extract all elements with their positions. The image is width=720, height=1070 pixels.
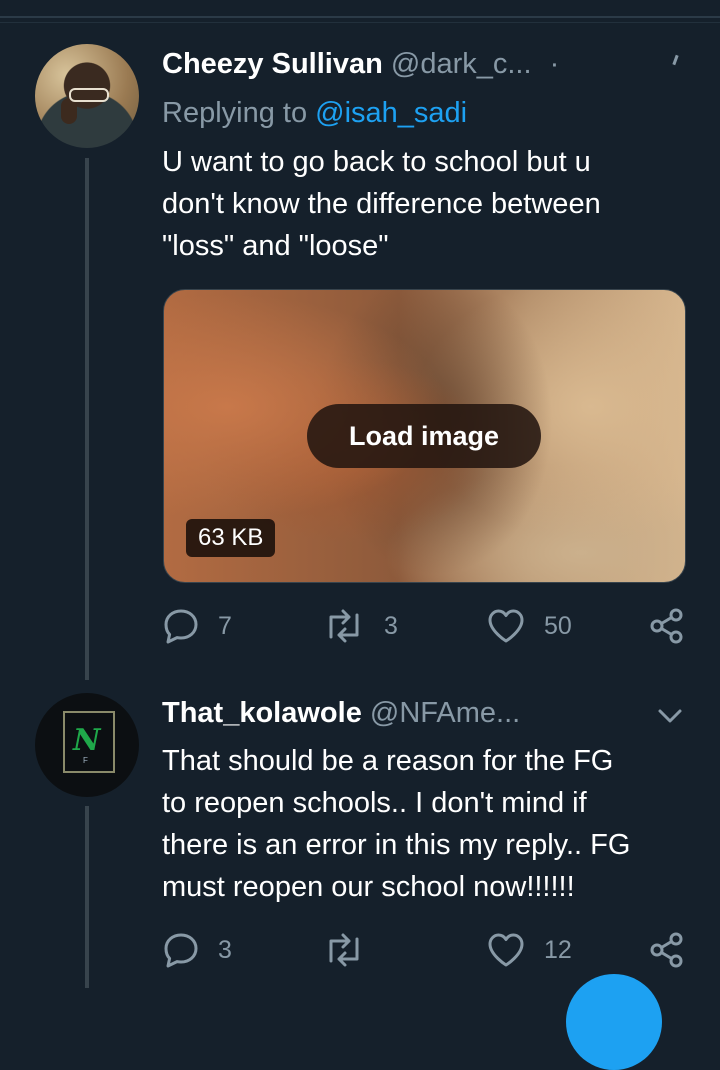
tweet-text-line: U want to go back to school but u — [162, 146, 591, 178]
user-handle[interactable]: @NFAme... — [370, 697, 520, 729]
avatar-detail — [69, 88, 109, 102]
more-options-icon[interactable] — [672, 54, 679, 66]
avatar[interactable]: N F — [35, 693, 139, 797]
user-handle[interactable]: @dark_c... — [391, 48, 532, 80]
display-name[interactable]: That_kolawole — [162, 697, 362, 729]
tweet-actions: 7 3 50 — [162, 606, 692, 646]
like-count: 12 — [544, 935, 572, 964]
share-icon — [649, 607, 685, 645]
reply-icon — [162, 607, 200, 645]
replying-to-label: Replying to — [162, 97, 308, 129]
avatar-detail: F — [83, 756, 88, 765]
tweet-text-line: must reopen our school now!!!!!! — [162, 871, 575, 903]
reply-icon — [162, 931, 200, 969]
like-count: 50 — [544, 611, 572, 640]
separator-dot: · — [549, 48, 560, 80]
tweet-text: That should be a reason for the FG to re… — [162, 740, 630, 908]
avatar[interactable] — [35, 44, 139, 148]
chevron-down-icon[interactable] — [655, 701, 685, 736]
load-image-button[interactable]: Load image — [307, 404, 541, 468]
thread-line — [85, 806, 89, 988]
display-name[interactable]: Cheezy Sullivan — [162, 48, 383, 80]
image-size-badge: 63 KB — [186, 519, 276, 557]
like-button[interactable]: 12 — [486, 930, 572, 970]
share-button[interactable] — [649, 930, 685, 970]
retweet-button[interactable] — [322, 930, 384, 970]
like-icon — [486, 607, 526, 645]
thread-line — [85, 158, 89, 680]
tweet-text-line: there is an error in this my reply.. FG — [162, 829, 631, 861]
mention-link[interactable]: @isah_sadi — [315, 97, 467, 129]
reply-count: 3 — [218, 935, 232, 964]
share-icon — [649, 931, 685, 969]
tweet-text-line: don't know the difference between — [162, 188, 601, 220]
like-icon — [486, 931, 526, 969]
retweet-icon — [322, 931, 366, 969]
top-divider-secondary — [0, 22, 720, 23]
tweet-text-line: to reopen schools.. I don't mind if — [162, 787, 587, 819]
share-button[interactable] — [649, 606, 685, 646]
retweet-count: 3 — [384, 611, 398, 640]
tweet-header: That_kolawole @NFAme... — [162, 697, 520, 730]
reply-button[interactable]: 3 — [162, 930, 232, 970]
reply-count: 7 — [218, 611, 232, 640]
top-divider — [0, 16, 720, 18]
replying-to: Replying to @isah_sadi — [162, 97, 467, 130]
blurred-image[interactable]: Load image 63 KB — [163, 289, 686, 583]
like-button[interactable]: 50 — [486, 606, 572, 646]
tweet-text-line: "loss" and "loose" — [162, 230, 389, 262]
retweet-button[interactable]: 3 — [322, 606, 398, 646]
compose-button[interactable] — [566, 974, 662, 1070]
tweet-actions: 3 12 — [162, 930, 692, 970]
tweet-header: Cheezy Sullivan @dark_c... · — [162, 48, 559, 81]
reply-button[interactable]: 7 — [162, 606, 232, 646]
tweet-text: U want to go back to school but u don't … — [162, 141, 601, 267]
retweet-icon — [322, 607, 366, 645]
avatar-detail: N — [73, 723, 101, 758]
tweet-text-line: That should be a reason for the FG — [162, 745, 614, 777]
